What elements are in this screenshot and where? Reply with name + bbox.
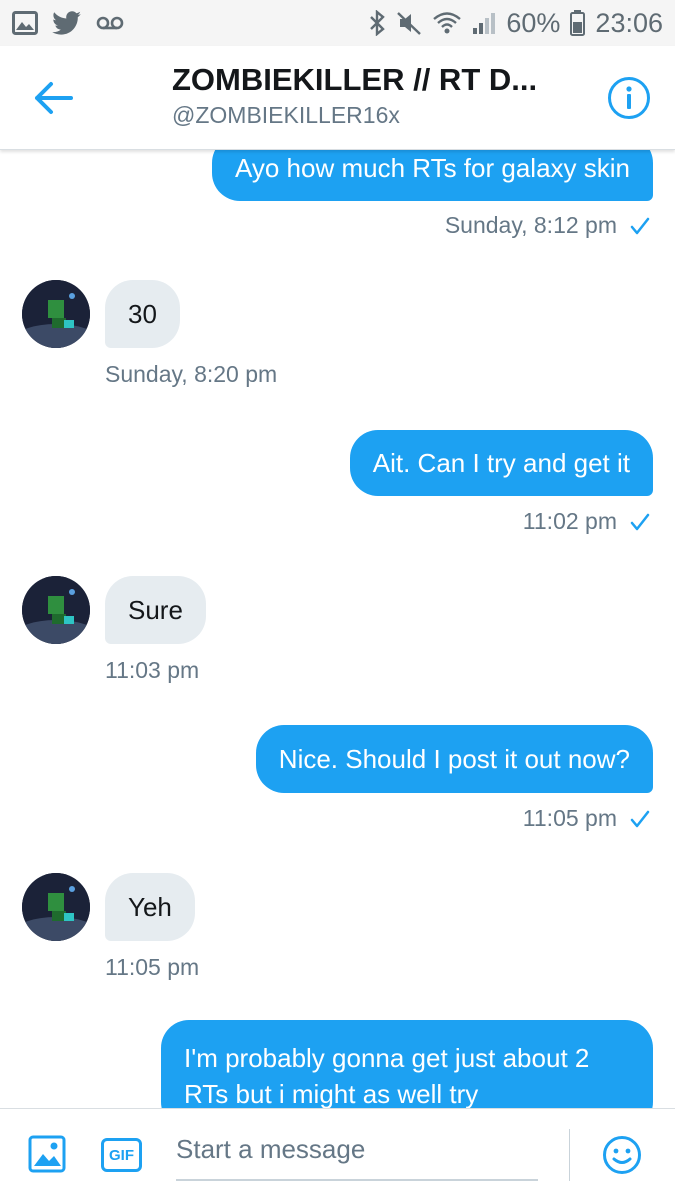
conversation-header: ZOMBIEKILLER // RT D... @ZOMBIEKILLER16x [0, 46, 675, 150]
message-input[interactable] [176, 1127, 538, 1171]
twitter-bird-icon [52, 11, 81, 35]
sent-message-bubble[interactable]: I'm probably gonna get just about 2 RTs … [161, 1020, 653, 1108]
clock: 23:06 [595, 7, 663, 38]
dm-conversation-screen: 60% 23:06 ZOMBIEKILLER // RT D... @ZOMBI… [0, 0, 675, 1200]
message-list[interactable]: Ayo how much RTs for galaxy skin Sunday,… [0, 150, 675, 1108]
message-timestamp: Sunday, 8:12 pm [445, 212, 651, 239]
message-text: Ayo how much RTs for galaxy skin [235, 153, 630, 183]
received-message-bubble[interactable]: Yeh [105, 873, 195, 941]
read-check-icon [630, 810, 650, 827]
read-check-icon [630, 217, 650, 234]
sent-message-bubble[interactable]: Ait. Can I try and get it [349, 430, 653, 496]
add-photo-button[interactable] [28, 1135, 66, 1173]
timestamp-text: 11:05 pm [522, 805, 617, 831]
avatar[interactable] [22, 576, 90, 644]
avatar[interactable] [22, 280, 90, 348]
timestamp-text: 11:02 pm [522, 508, 617, 534]
wifi-icon [433, 12, 462, 34]
status-right-icons: 60% 23:06 [368, 8, 663, 39]
message-composer: GIF [0, 1108, 675, 1200]
sent-message-bubble[interactable]: Nice. Should I post it out now? [255, 725, 653, 793]
back-arrow-icon [35, 82, 73, 114]
header-titles: ZOMBIEKILLER // RT D... @ZOMBIEKILLER16x [172, 62, 572, 129]
message-timestamp: 11:05 pm [105, 954, 199, 981]
conversation-handle: @ZOMBIEKILLER16x [172, 102, 400, 128]
mute-icon [397, 12, 422, 35]
sent-message-bubble[interactable]: Ayo how much RTs for galaxy skin [212, 150, 653, 201]
gallery-icon [12, 11, 38, 35]
message-text: Ait. Can I try and get it [372, 448, 630, 478]
gif-button[interactable]: GIF [101, 1138, 142, 1172]
received-message-bubble[interactable]: 30 [105, 280, 180, 348]
back-button[interactable] [30, 78, 76, 118]
info-button[interactable] [607, 76, 651, 120]
image-icon [28, 1135, 66, 1173]
message-text: 30 [128, 299, 157, 329]
status-left-icons [12, 11, 124, 35]
timestamp-text: 11:03 pm [105, 657, 200, 683]
conversation-title: ZOMBIEKILLER // RT D... [172, 62, 538, 97]
composer-divider [569, 1129, 570, 1181]
timestamp-text: Sunday, 8:20 pm [105, 361, 278, 387]
read-check-icon [630, 513, 650, 530]
emoji-button[interactable] [602, 1135, 642, 1175]
timestamp-text: Sunday, 8:12 pm [444, 212, 617, 238]
avatar-image [22, 576, 90, 644]
message-timestamp: Sunday, 8:20 pm [105, 361, 277, 388]
avatar-image [22, 280, 90, 348]
timestamp-text: 11:05 pm [105, 954, 200, 980]
message-text: Sure [128, 595, 183, 625]
message-text: I'm probably gonna get just about 2 RTs … [184, 1043, 590, 1108]
gif-label: GIF [109, 1146, 134, 1164]
bluetooth-icon [370, 10, 386, 36]
message-text: Nice. Should I post it out now? [278, 744, 630, 774]
message-timestamp: 11:02 pm [523, 508, 651, 535]
message-timestamp: 11:05 pm [523, 805, 651, 832]
avatar-image [22, 873, 90, 941]
input-underline [176, 1179, 538, 1181]
battery-icon [570, 10, 586, 36]
signal-icon [473, 13, 496, 34]
received-message-bubble[interactable]: Sure [105, 576, 206, 644]
message-timestamp: 11:03 pm [105, 657, 199, 684]
message-text: Yeh [128, 892, 172, 922]
voicemail-icon [96, 16, 124, 30]
status-bar: 60% 23:06 [0, 0, 675, 46]
avatar[interactable] [22, 873, 90, 941]
battery-percentage: 60% [506, 7, 561, 38]
smiley-icon [603, 1136, 641, 1174]
info-icon [608, 77, 650, 119]
